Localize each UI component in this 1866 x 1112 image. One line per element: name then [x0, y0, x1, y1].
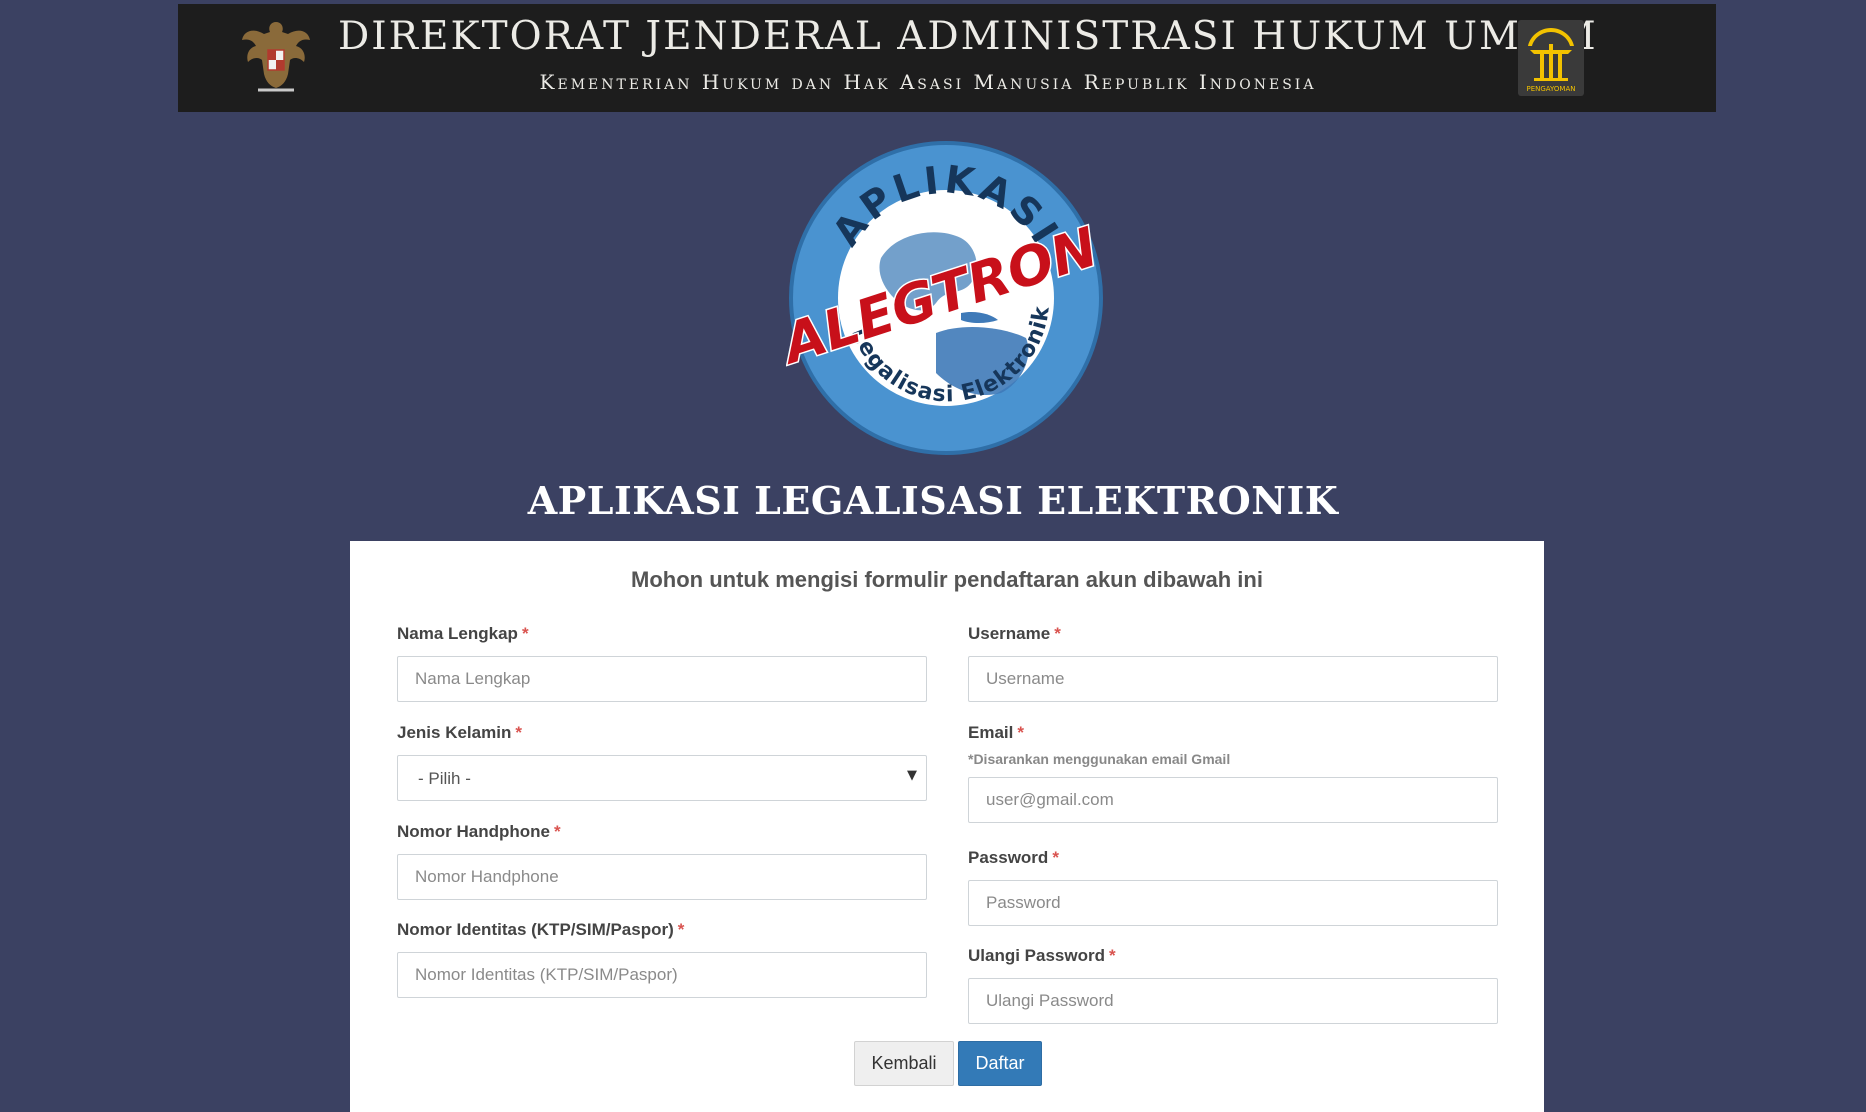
back-button[interactable]: Kembali: [854, 1041, 954, 1086]
phone-group: Nomor Handphone *: [397, 822, 927, 900]
id-number-input[interactable]: [397, 952, 927, 998]
username-group: Username *: [968, 624, 1498, 702]
header-banner: DIREKTORAT JENDERAL ADMINISTRASI HUKUM U…: [178, 4, 1716, 112]
required-marker: *: [1052, 848, 1059, 867]
register-button[interactable]: Daftar: [958, 1041, 1042, 1086]
required-marker: *: [515, 723, 522, 742]
garuda-emblem-icon: [242, 22, 310, 92]
email-input[interactable]: [968, 777, 1498, 823]
gender-label: Jenis Kelamin *: [397, 723, 522, 742]
email-hint: *Disarankan menggunakan email Gmail: [968, 751, 1231, 767]
email-group: Email * *Disarankan menggunakan email Gma…: [968, 723, 1498, 823]
required-marker: *: [1108, 946, 1116, 965]
username-input[interactable]: [968, 656, 1498, 702]
full-name-label: Nama Lengkap *: [397, 624, 529, 643]
page-title: APLIKASI LEGALISASI ELEKTRONIK: [527, 478, 1339, 523]
banner-title: DIREKTORAT JENDERAL ADMINISTRASI HUKUM U…: [338, 14, 1598, 59]
id-number-label: Nomor Identitas (KTP/SIM/Paspor) *: [397, 920, 685, 939]
pengayoman-emblem-icon: PENGAYOMAN: [1518, 20, 1584, 96]
password-repeat-label: Ulangi Password *: [968, 946, 1116, 965]
required-marker: *: [521, 624, 529, 643]
banner-subtitle: Kementerian Hukum dan Hak Asasi Manusia …: [539, 70, 1317, 94]
phone-label: Nomor Handphone *: [397, 822, 561, 841]
password-repeat-group: Ulangi Password *: [968, 946, 1498, 1024]
gender-select[interactable]: - Pilih -: [397, 755, 927, 801]
required-marker: *: [677, 920, 685, 939]
phone-input[interactable]: [397, 854, 927, 900]
full-name-input[interactable]: [397, 656, 927, 702]
email-label: Email *: [968, 723, 1024, 742]
full-name-group: Nama Lengkap *: [397, 624, 927, 702]
gender-group: Jenis Kelamin * - Pilih - ▼: [397, 723, 927, 801]
password-group: Password *: [968, 848, 1498, 926]
username-label: Username *: [968, 624, 1061, 643]
form-heading: Mohon untuk mengisi formulir pendaftaran…: [631, 567, 1263, 592]
id-number-group: Nomor Identitas (KTP/SIM/Paspor) *: [397, 920, 927, 998]
password-repeat-input[interactable]: [968, 978, 1498, 1024]
required-marker: *: [1017, 723, 1024, 742]
password-label: Password *: [968, 848, 1059, 867]
pengayoman-label: PENGAYOMAN: [1526, 85, 1576, 93]
required-marker: *: [1054, 624, 1061, 643]
password-input[interactable]: [968, 880, 1498, 926]
alegtron-logo: APLIKASI Legalisasi Elektronik ALEGTRON: [786, 141, 1106, 455]
required-marker: *: [554, 822, 561, 841]
